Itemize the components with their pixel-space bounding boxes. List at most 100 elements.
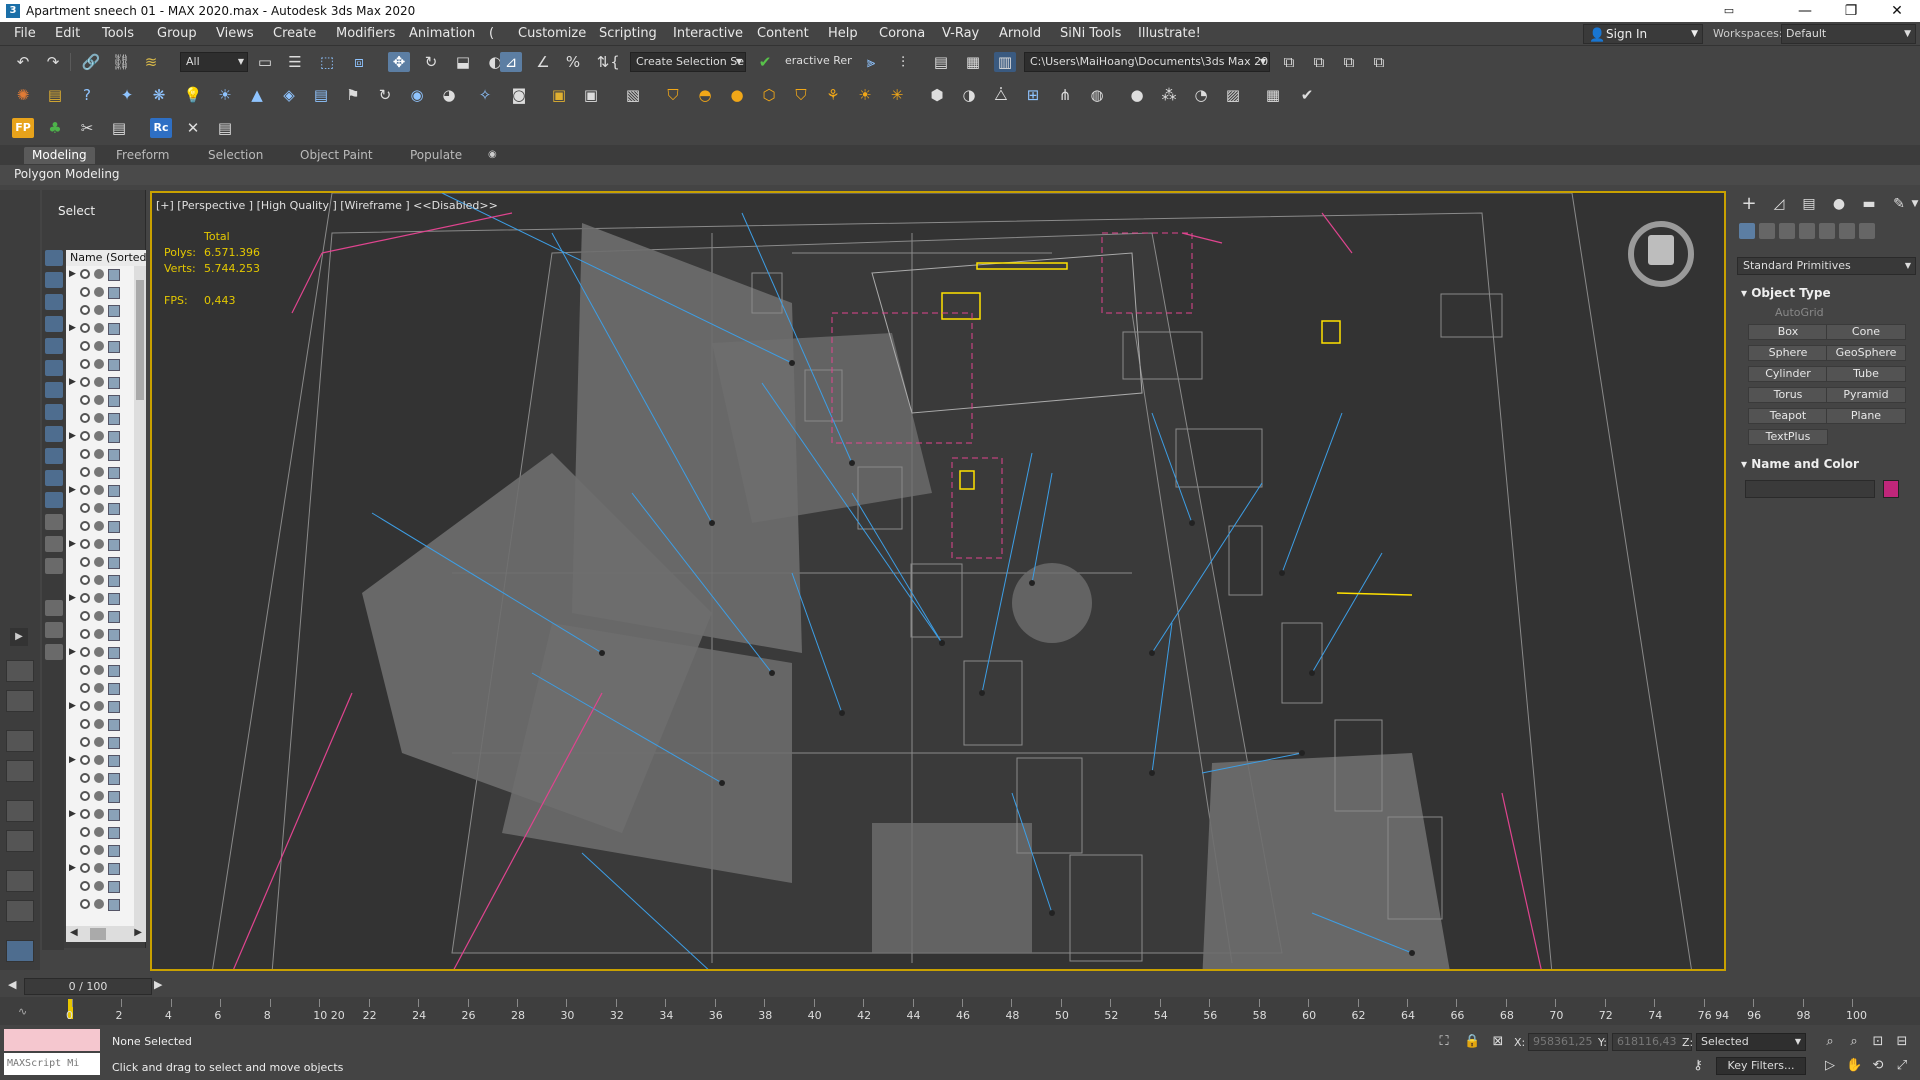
layout-tab-icon[interactable] [6, 660, 34, 682]
vray-sphere-icon[interactable]: ◑ [958, 85, 980, 105]
y-coordinate-field[interactable]: 618116,43 [1612, 1033, 1692, 1051]
lights-category-icon[interactable] [1779, 223, 1795, 239]
object-name-input[interactable] [1745, 480, 1875, 498]
expand-layout-icon[interactable]: ▶ [10, 628, 28, 646]
visibility-eye-icon[interactable] [80, 287, 90, 297]
menu-modifiers[interactable]: Modifiers [336, 26, 395, 41]
visibility-eye-icon[interactable] [80, 773, 90, 783]
freeze-toggle-icon[interactable] [94, 863, 104, 873]
material-list-icon[interactable]: ▤ [44, 85, 66, 105]
vray-scatter-icon[interactable]: ⊞ [1022, 85, 1044, 105]
selection-lock-icon[interactable]: 🔒 [1464, 1034, 1480, 1050]
selection-filter-dropdown[interactable]: All ▼ [180, 52, 248, 72]
freeze-toggle-icon[interactable] [94, 791, 104, 801]
corona-sun-light-icon[interactable]: ☀ [854, 85, 876, 105]
primitive-type-dropdown[interactable]: Standard Primitives ▼ [1737, 257, 1916, 275]
scene-explorer-scrollbar[interactable] [134, 266, 146, 926]
angle-snap-icon[interactable]: ∠ [532, 52, 554, 72]
arnold-sphere-icon[interactable]: ● [1126, 85, 1148, 105]
visibility-eye-icon[interactable] [80, 359, 90, 369]
expand-arrow-icon[interactable]: ▶ [69, 593, 76, 603]
render-frame-icon[interactable]: ▣ [580, 85, 602, 105]
visibility-eye-icon[interactable] [80, 845, 90, 855]
field-of-view-icon[interactable]: ▷ [1822, 1058, 1838, 1074]
layers-icon[interactable] [45, 644, 63, 660]
tab-object-paint[interactable]: Object Paint [292, 147, 381, 164]
freeze-toggle-icon[interactable] [94, 665, 104, 675]
track-bar[interactable]: ∿ 0 2 4 6 8 10 20 22 24 26 28 30 32 34 36 38 40 42 44 46 48… [0, 997, 1920, 1025]
minimize-button[interactable]: — [1782, 0, 1828, 22]
visibility-eye-icon[interactable] [80, 881, 90, 891]
maxscript-listener[interactable]: MAXScript Mi [4, 1029, 100, 1077]
modify-tab-icon[interactable]: ◿ [1769, 195, 1789, 213]
list-icon[interactable]: ▤ [214, 118, 236, 138]
visibility-eye-icon[interactable] [80, 575, 90, 585]
object-color-swatch[interactable] [1883, 480, 1899, 498]
expand-arrow-icon[interactable]: ▶ [69, 809, 76, 819]
layout-tab-active-icon[interactable] [6, 940, 34, 962]
display-all-icon[interactable] [45, 514, 63, 530]
visibility-eye-icon[interactable] [80, 593, 90, 603]
sphere-button[interactable]: Sphere [1748, 345, 1828, 361]
freeze-toggle-icon[interactable] [94, 485, 104, 495]
menu-interactive[interactable]: Interactive [673, 26, 743, 41]
visibility-eye-icon[interactable] [80, 485, 90, 495]
material-editor-icon[interactable]: ◕ [438, 85, 460, 105]
menu-sini-tools[interactable]: SiNi Tools [1060, 26, 1121, 41]
maximize-button[interactable]: ❐ [1828, 0, 1874, 22]
display-spacewarps-icon[interactable] [45, 360, 63, 376]
menu-help[interactable]: Help [828, 26, 858, 41]
undo-icon[interactable]: ↶ [12, 52, 34, 72]
render-setup-icon[interactable]: ▣ [548, 85, 570, 105]
vray-fur-icon[interactable]: ⋔ [1054, 85, 1076, 105]
time-slider-thumb[interactable]: 0 / 100 [24, 978, 152, 995]
visibility-eye-icon[interactable] [80, 827, 90, 837]
railclone-tree-icon[interactable]: ♣ [44, 118, 66, 138]
systems-category-icon[interactable] [1859, 223, 1875, 239]
interactive-render-label[interactable]: eractive Rend [780, 52, 852, 72]
visibility-eye-icon[interactable] [80, 305, 90, 315]
corona-dome-icon[interactable]: ◓ [694, 85, 716, 105]
corona-lamp-icon[interactable]: ⛉ [790, 85, 812, 105]
railclone-icon[interactable]: Rc [150, 118, 172, 138]
shapes-category-icon[interactable] [1759, 223, 1775, 239]
autogrid-checkbox[interactable]: AutoGrid [1775, 306, 1824, 319]
display-helpers-icon[interactable] [45, 338, 63, 354]
horizontal-scrollbar[interactable]: ◀ ▶ [66, 926, 146, 942]
help-icon[interactable]: ? [76, 85, 98, 105]
freeze-toggle-icon[interactable] [94, 449, 104, 459]
unlink-icon[interactable]: ⛓ [110, 52, 132, 72]
menu-vray[interactable]: V-Ray [942, 26, 979, 41]
freeze-toggle-icon[interactable] [94, 269, 104, 279]
box-button[interactable]: Box [1748, 324, 1828, 340]
menu-group[interactable]: Group [157, 26, 197, 41]
maximize-viewport-icon[interactable]: ⤢ [1894, 1058, 1910, 1074]
x-coordinate-field[interactable]: 958361,25 [1528, 1033, 1608, 1051]
freeze-toggle-icon[interactable] [94, 647, 104, 657]
expand-arrow-icon[interactable]: ▶ [69, 377, 76, 387]
perspective-viewport[interactable]: [+] [Perspective ] [High Quality ] [Wire… [150, 191, 1726, 971]
key-selection-dropdown[interactable]: Selected ▼ [1696, 1033, 1806, 1051]
visibility-eye-icon[interactable] [80, 755, 90, 765]
viewcube-face[interactable] [1648, 235, 1674, 265]
scrollbar-thumb[interactable] [90, 928, 106, 940]
align-icon[interactable]: ⫶ [892, 52, 914, 72]
freeze-toggle-icon[interactable] [94, 719, 104, 729]
display-bones-icon[interactable] [45, 426, 63, 442]
maxscript-output[interactable] [4, 1029, 100, 1051]
display-invert-icon[interactable] [45, 558, 63, 574]
visibility-eye-icon[interactable] [80, 719, 90, 729]
freeze-toggle-icon[interactable] [94, 701, 104, 711]
cone-button[interactable]: Cone [1826, 324, 1906, 340]
visibility-eye-icon[interactable] [80, 611, 90, 621]
menu-animation[interactable]: Animation [409, 26, 475, 41]
visibility-eye-icon[interactable] [80, 701, 90, 711]
chevron-left-icon[interactable]: ◀ [8, 978, 22, 994]
freeze-toggle-icon[interactable] [94, 305, 104, 315]
visibility-eye-icon[interactable] [80, 791, 90, 801]
freeze-toggle-icon[interactable] [94, 755, 104, 765]
save-project-icon[interactable]: ⧉ [1368, 52, 1390, 72]
select-object-icon[interactable]: ▭ [254, 52, 276, 72]
motion-tab-icon[interactable]: ● [1829, 195, 1849, 213]
display-tab-icon[interactable]: ▬ [1859, 195, 1879, 213]
